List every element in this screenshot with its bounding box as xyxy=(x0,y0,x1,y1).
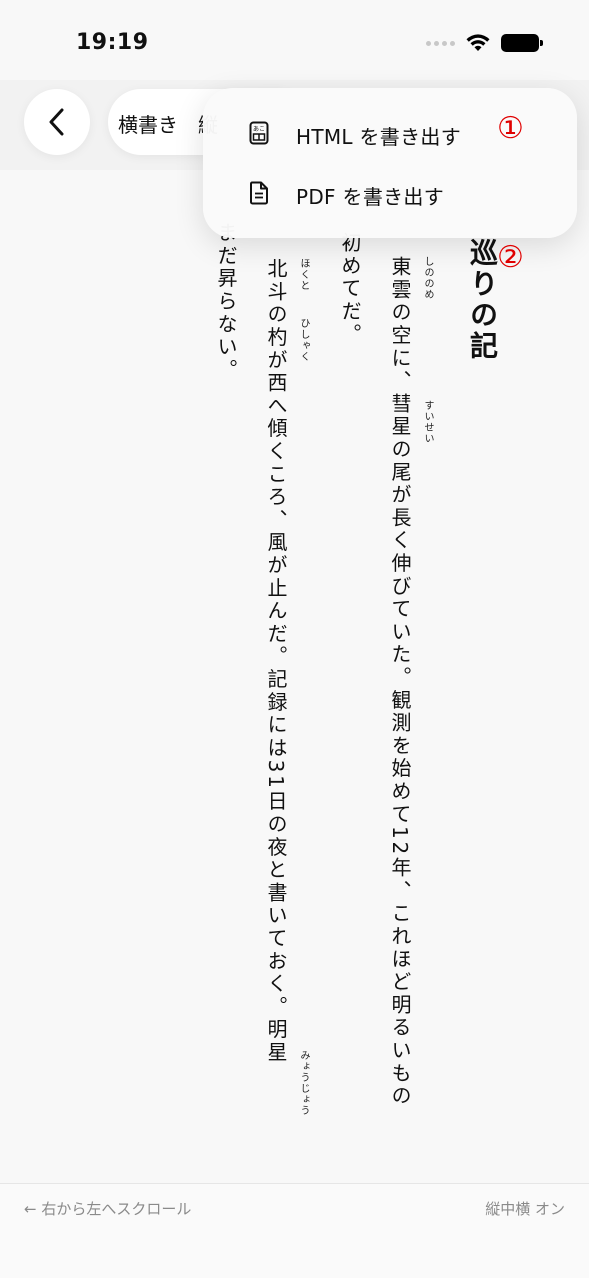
tate-chu-yoko-status: 縦中横 オン xyxy=(485,1200,565,1218)
battery-icon xyxy=(501,34,543,52)
svg-text:あこ: あこ xyxy=(253,126,265,133)
status-bar: 19:19 xyxy=(0,0,589,80)
status-time: 19:19 xyxy=(76,30,149,55)
menu-item-label: HTML を書き出す xyxy=(296,125,462,149)
html-export-icon: あこ xyxy=(249,121,269,145)
footer: ← 右から左へスクロール 縦中横 オン xyxy=(0,1184,589,1278)
text-column: 東雲の空に、彗星の尾が長く伸びていた。観測を始めて12年、これほど明るいもの xyxy=(388,256,412,1108)
scroll-hint: ← 右から左へスクロール xyxy=(24,1200,192,1218)
document-icon xyxy=(250,181,268,205)
cellular-signal-icon xyxy=(426,40,455,46)
ruby-text: すいせい xyxy=(422,400,433,444)
ruby-text: ほくと xyxy=(298,258,309,291)
export-pdf-menu-item[interactable]: PDF を書き出す ② xyxy=(203,163,577,273)
annotation-marker: ① xyxy=(497,111,524,146)
back-button[interactable] xyxy=(24,89,90,155)
ruby-text: しののめ xyxy=(422,256,433,300)
chevron-left-icon xyxy=(49,108,64,136)
segment-horizontal[interactable]: 横書き xyxy=(118,109,178,138)
text-column: まだ昇らない。 xyxy=(214,222,238,382)
wifi-icon xyxy=(466,34,490,51)
text-column: 初めてだ。 xyxy=(338,232,362,346)
annotation-marker: ② xyxy=(497,240,524,275)
ruby-text: ひしゃく xyxy=(298,318,309,362)
ruby-text: みょうじょう xyxy=(298,1050,309,1116)
menu-item-label: PDF を書き出す xyxy=(296,185,445,209)
text-column: 北斗の杓が西へ傾くころ、風が止んだ。記録には31日の夜と書いておく。明星 xyxy=(264,258,288,1065)
export-html-menu-item[interactable]: あこ HTML を書き出す ① xyxy=(203,103,577,163)
page-title: 巡りの記 xyxy=(466,238,499,362)
status-icons xyxy=(426,33,543,53)
export-menu: あこ HTML を書き出す ① PDF を書き出す ② xyxy=(203,88,577,273)
